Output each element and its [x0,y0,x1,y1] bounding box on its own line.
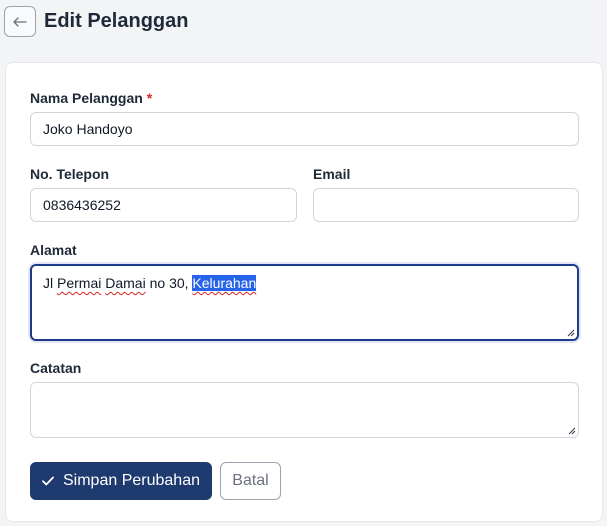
back-button[interactable] [4,6,36,37]
address-text: Jl Permai Damai no 30, Kelurahan [43,275,257,291]
name-label-text: Nama Pelanggan [30,90,143,106]
resize-grip-icon[interactable] [567,426,576,435]
name-label: Nama Pelanggan * [30,90,152,106]
page-header: Edit Pelanggan [4,6,188,37]
resize-grip-icon[interactable] [566,328,575,337]
save-button[interactable]: Simpan Perubahan [30,462,212,500]
email-label: Email [313,166,351,182]
name-input[interactable]: Joko Handoyo [30,112,579,146]
cancel-button-label: Batal [232,472,269,489]
notes-label: Catatan [30,360,82,376]
arrow-left-icon [13,16,27,27]
phone-label: No. Telepon [30,166,110,182]
phone-input[interactable]: 0836436252 [30,188,297,222]
selected-text: Kelurahan [192,275,257,291]
address-label: Alamat [30,242,77,258]
page-title: Edit Pelanggan [44,10,189,32]
cancel-button[interactable]: Batal [220,462,281,500]
name-input-value: Joko Handoyo [43,121,133,137]
phone-input-value: 0836436252 [43,197,121,213]
address-textarea[interactable]: Jl Permai Damai no 30, Kelurahan [30,264,579,341]
required-mark: * [146,90,153,106]
form-card: Nama Pelanggan * Joko Handoyo No. Telepo… [5,62,603,522]
save-button-label: Simpan Perubahan [63,472,200,489]
check-icon [42,476,54,486]
notes-textarea[interactable] [30,382,579,438]
email-input[interactable] [313,188,579,222]
